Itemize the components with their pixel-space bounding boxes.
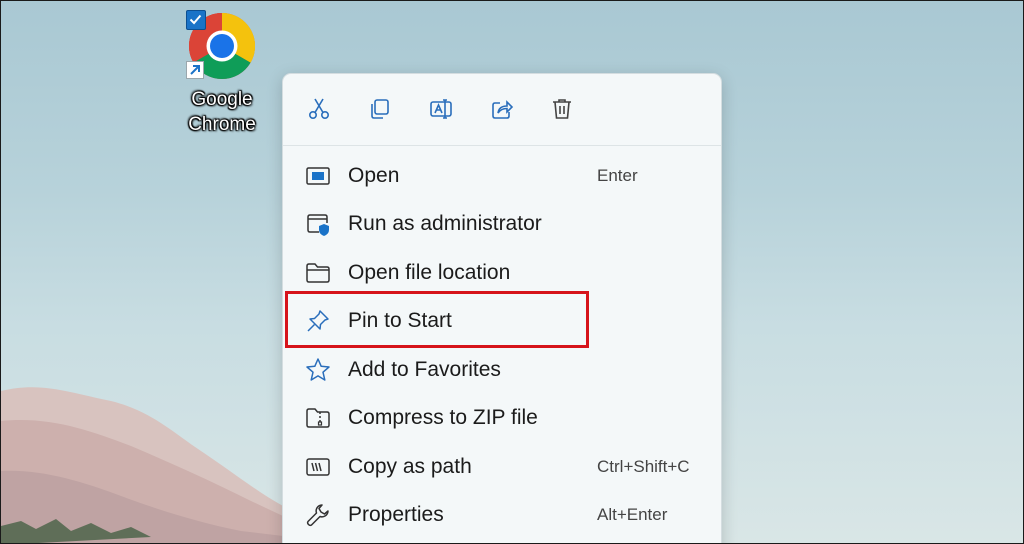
menu-item-add-to-favorites[interactable]: Add to Favorites (289, 348, 715, 392)
rename-icon (430, 99, 452, 119)
cut-button[interactable] (302, 92, 336, 126)
menu-item-run-as-administrator[interactable]: Run as administrator (289, 202, 715, 246)
rename-button[interactable] (424, 92, 458, 126)
menu-item-compress-to-zip[interactable]: Compress to ZIP file (289, 396, 715, 440)
menu-item-copy-as-path[interactable]: Copy as path Ctrl+Shift+C (289, 445, 715, 489)
desktop-shortcut-google-chrome[interactable]: Google Chrome (179, 7, 269, 141)
copy-button[interactable] (363, 92, 397, 126)
star-icon (306, 358, 330, 381)
delete-button[interactable] (545, 92, 579, 126)
menu-item-label: Compress to ZIP file (348, 406, 538, 429)
menu-item-label: Open file location (348, 261, 511, 284)
path-icon (306, 458, 330, 476)
shield-window-icon (307, 214, 329, 236)
menu-item-open-file-location[interactable]: Open file location (289, 251, 715, 295)
menu-item-label: Add to Favorites (348, 358, 501, 381)
menu-item-label: Open (348, 164, 400, 187)
checkmark-icon (189, 14, 202, 25)
menu-item-label: Properties (348, 503, 444, 526)
menu-item-label: Run as administrator (348, 212, 542, 235)
zip-folder-icon (306, 408, 330, 428)
menu-item-label: Copy as path (348, 455, 472, 478)
desktop: Google Chrome Open Enter Run as administ… (0, 0, 1024, 544)
share-icon (492, 100, 514, 119)
menu-item-open[interactable]: Open Enter (289, 154, 715, 198)
menu-item-shortcut: Alt+Enter (597, 505, 668, 524)
window-icon (306, 167, 330, 185)
trash-icon (553, 99, 571, 119)
quick-actions-bar (283, 74, 721, 146)
shortcut-arrow-icon (186, 61, 204, 79)
highlight-annotation (285, 291, 589, 348)
desktop-icon-label: Google Chrome (188, 89, 256, 135)
share-button[interactable] (485, 92, 519, 126)
menu-item-properties[interactable]: Properties Alt+Enter (289, 493, 715, 537)
wrench-icon (306, 504, 329, 527)
copy-icon (371, 99, 389, 119)
selection-checkbox[interactable] (186, 10, 206, 30)
folder-icon (306, 263, 330, 283)
menu-item-shortcut: Enter (597, 166, 638, 185)
scissors-icon (308, 98, 330, 120)
menu-item-shortcut: Ctrl+Shift+C (597, 457, 690, 476)
